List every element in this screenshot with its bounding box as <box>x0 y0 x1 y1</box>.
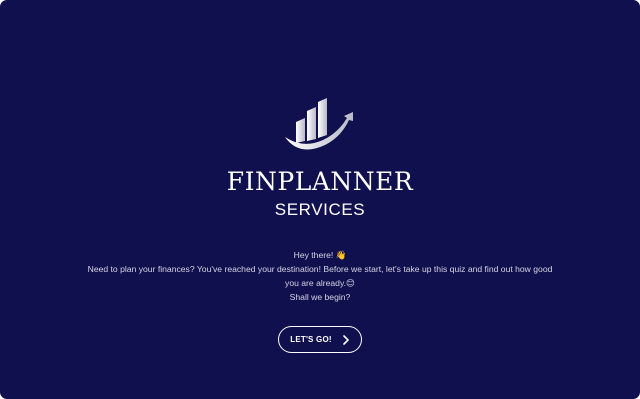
welcome-screen: FINPLANNER SERVICES Hey there! 👋 Need to… <box>0 0 640 399</box>
finance-growth-logo-icon <box>285 98 353 150</box>
brand-name: FINPLANNER <box>226 167 414 196</box>
lets-go-button[interactable]: LET'S GO! <box>278 326 362 353</box>
lets-go-label: LET'S GO! <box>290 335 332 344</box>
greeting-text: Hey there! 👋 <box>293 250 347 260</box>
intro-line-1: Need to plan your finances? You've reach… <box>87 264 553 274</box>
brand-subtitle: SERVICES <box>274 200 366 219</box>
intro-line-3: Shall we begin? <box>289 292 351 302</box>
chevron-right-icon <box>342 334 349 345</box>
intro-line-2: you are already.😊 <box>285 278 355 288</box>
intro-text: Hey there! 👋 Need to plan your finances?… <box>70 248 570 304</box>
